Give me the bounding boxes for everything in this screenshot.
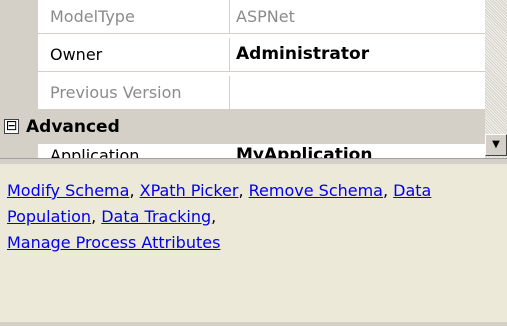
bottom-border [0,322,507,326]
property-name: Previous Version [38,76,230,109]
manage-process-attributes-link[interactable]: Manage Process Attributes [7,233,220,252]
property-row-owner[interactable]: Owner Administrator [38,38,485,72]
property-value: ASPNet [236,7,295,26]
category-advanced[interactable]: ⊟ Advanced [0,110,485,144]
property-grid: ModelType ASPNet Owner Administrator Pre… [0,0,507,158]
link-separator: , [91,207,102,226]
modify-schema-link[interactable]: Modify Schema [7,181,129,200]
property-row-application[interactable]: Application MyApplication [38,144,485,158]
link-separator: , [129,181,140,200]
property-value: Administrator [236,44,370,64]
property-name: ModelType [38,0,230,33]
property-value: MyApplication [236,145,373,158]
property-name: Application [50,146,140,158]
link-separator: , [211,207,217,226]
property-row-previous-version[interactable]: Previous Version [38,76,485,110]
property-row-modeltype[interactable]: ModelType ASPNet [38,0,485,34]
commands-pane: Modify Schema, XPath Picker, Remove Sche… [0,164,507,326]
category-label: Advanced [26,117,120,137]
link-separator: , [382,181,394,200]
property-name: Owner [38,38,230,71]
scroll-down-arrow-icon[interactable]: ▼ [485,134,507,156]
command-links: Modify Schema, XPath Picker, Remove Sche… [7,178,477,256]
collapse-icon[interactable]: ⊟ [4,119,19,134]
link-separator: , [238,181,249,200]
property-value [230,76,485,109]
xpath-picker-link[interactable]: XPath Picker [140,181,239,200]
data-tracking-link[interactable]: Data Tracking [101,207,211,226]
remove-schema-link[interactable]: Remove Schema [249,181,383,200]
